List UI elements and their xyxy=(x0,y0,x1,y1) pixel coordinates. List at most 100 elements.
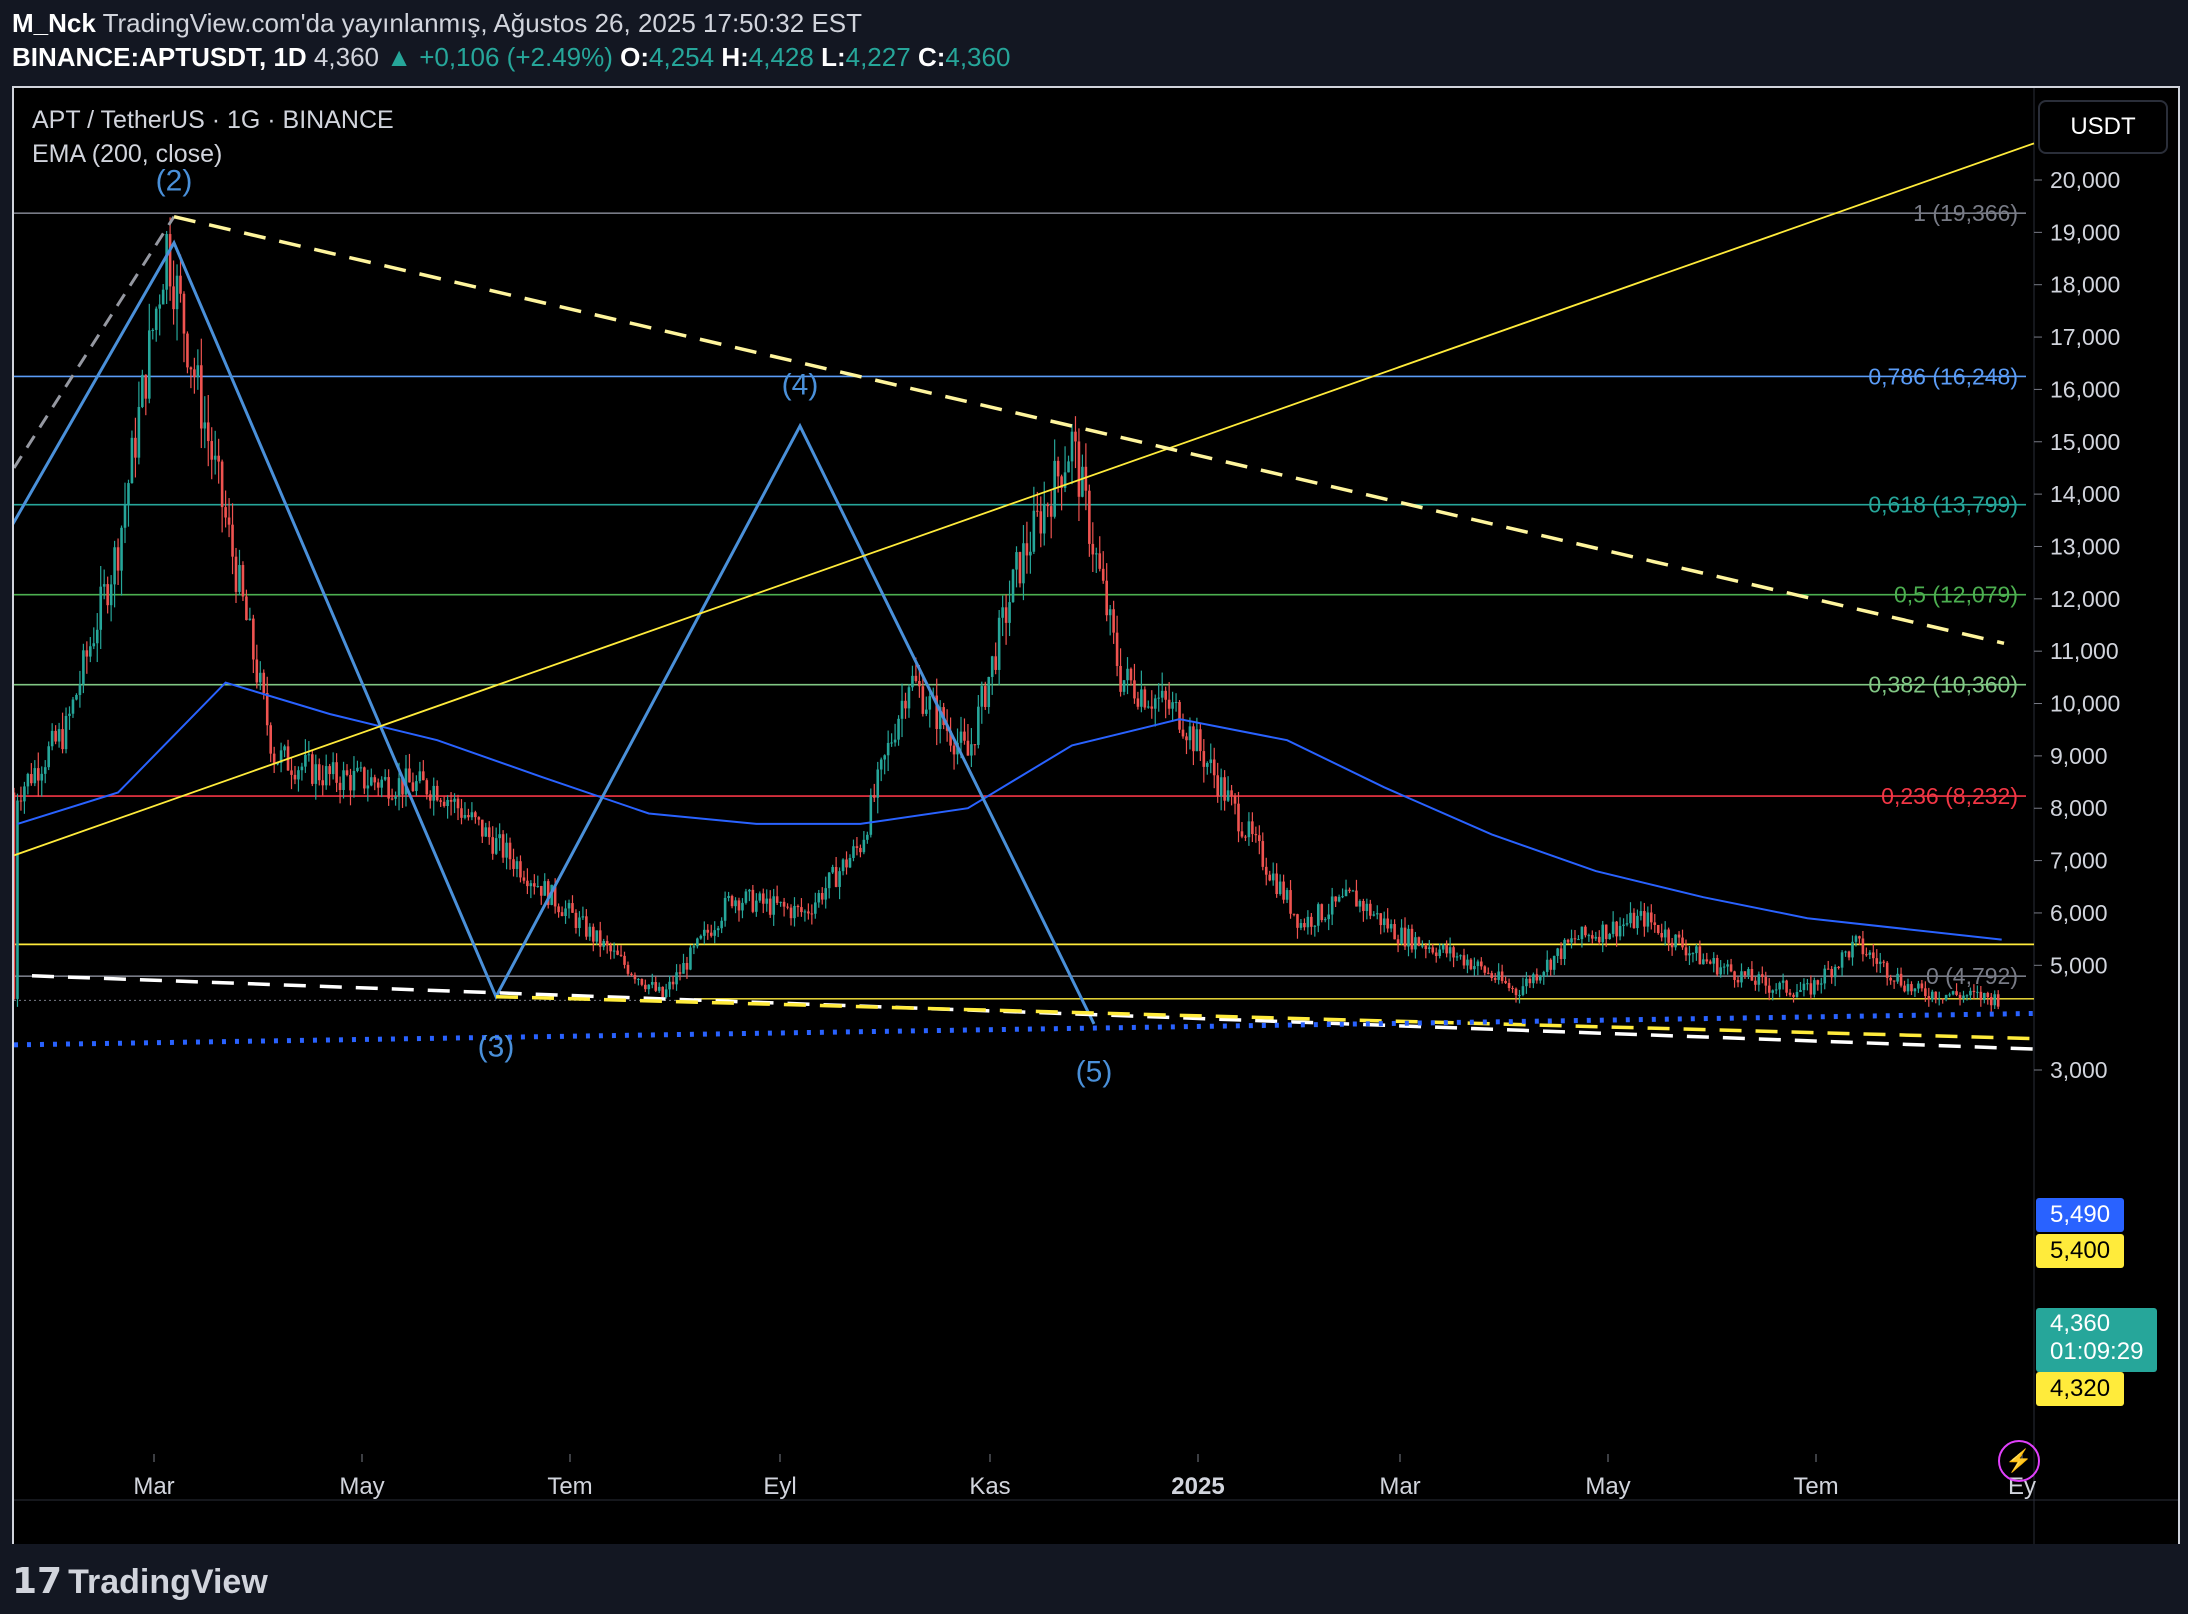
price-chart[interactable]: 1 (19,366) 0,786 (16,248) 0,618 (13,799) 0,… xyxy=(14,88,2178,1544)
candle-body xyxy=(1754,980,1757,985)
lightning-icon[interactable]: ⚡ xyxy=(1998,1440,2040,1482)
candle-body xyxy=(1681,937,1684,948)
candle-body xyxy=(678,972,682,974)
candle-body xyxy=(1983,992,1986,1000)
candle-body xyxy=(1042,504,1046,534)
candle-body xyxy=(321,780,325,786)
candle-body xyxy=(1993,994,1997,1006)
candle-body xyxy=(154,308,158,330)
candle-body xyxy=(671,981,675,985)
candle-body xyxy=(1067,461,1070,473)
chart-pane[interactable]: 1 (19,366) 0,786 (16,248) 0,618 (13,799) 0,… xyxy=(12,86,2180,1546)
candle-body xyxy=(1181,729,1185,737)
candle-body xyxy=(810,913,814,915)
candle-body xyxy=(519,861,522,878)
candle-body xyxy=(1365,903,1369,912)
candle-body xyxy=(578,917,581,929)
candle-body xyxy=(75,694,78,700)
chart-header: M_Nck TradingView.com'da yayınlanmış, Ağ… xyxy=(0,0,2188,80)
candle-body xyxy=(1542,971,1546,977)
candle-body xyxy=(1192,726,1195,752)
candle-body xyxy=(85,650,89,657)
candle-body xyxy=(498,834,501,839)
candle-body xyxy=(352,771,356,791)
candle-body xyxy=(1972,990,1976,993)
candle-body xyxy=(1941,998,1944,1000)
candle-body xyxy=(1490,973,1494,979)
candle-body xyxy=(1695,946,1698,954)
candle-body xyxy=(1049,506,1053,517)
candle-body xyxy=(1511,988,1514,990)
candle-body xyxy=(1750,969,1754,981)
candle-body xyxy=(1427,947,1431,950)
candle-body xyxy=(1226,790,1230,801)
candle-body xyxy=(1202,751,1206,767)
candle-body xyxy=(1313,925,1317,927)
candle-body xyxy=(428,794,432,801)
candle-body xyxy=(1996,994,2000,1007)
candle-body xyxy=(1847,951,1851,958)
candle-body xyxy=(1674,934,1677,948)
candle-body xyxy=(567,903,571,909)
candle-body xyxy=(557,906,560,913)
candle-body xyxy=(356,767,359,772)
close-value: 4,360 xyxy=(945,42,1011,72)
candle-body xyxy=(1861,938,1865,955)
low-label: L: xyxy=(821,42,846,72)
candle-body xyxy=(1410,928,1414,950)
time-tick-label: Tem xyxy=(1793,1473,1838,1500)
candle-body xyxy=(508,842,512,860)
candle-body xyxy=(1702,959,1705,965)
candle-body xyxy=(1483,966,1487,973)
symbol-ohlc: BINANCE:APTUSDT, 1D 4,360 ▲ +0,106 (+2.4… xyxy=(12,42,1010,73)
candle-body xyxy=(1278,881,1282,895)
candle-body xyxy=(539,886,543,896)
candle-body xyxy=(1625,923,1629,925)
candle-body xyxy=(657,986,661,991)
candle-body xyxy=(1660,933,1664,938)
candle-body xyxy=(1174,702,1178,704)
price-tick-label: 13,000 xyxy=(2050,533,2120,559)
symbol-label[interactable]: BINANCE:APTUSDT, 1D xyxy=(12,42,307,72)
price-tick-label: 9,000 xyxy=(2050,743,2108,769)
candle-body xyxy=(1448,947,1452,954)
candle-body xyxy=(1691,953,1695,955)
candle-body xyxy=(1913,988,1917,992)
candle-body xyxy=(1362,900,1365,912)
candle-body xyxy=(1705,959,1709,962)
descending-resistance-dashed xyxy=(173,214,2005,646)
candle-body xyxy=(952,745,956,755)
candle-body xyxy=(1577,939,1580,941)
candle-body xyxy=(1538,976,1542,981)
legend-symbol[interactable]: APT / TetherUS · 1G · BINANCE xyxy=(32,106,394,135)
candle-body xyxy=(1157,697,1161,699)
candle-body xyxy=(95,629,99,644)
candle-body xyxy=(973,744,977,746)
candle-body xyxy=(1889,977,1892,981)
author-name[interactable]: M_Nck xyxy=(12,8,96,38)
candle-body xyxy=(1112,609,1115,633)
candle-body xyxy=(1792,994,1795,997)
candle-body xyxy=(1178,702,1181,730)
candle-body xyxy=(1601,924,1605,943)
candle-body xyxy=(432,785,436,801)
legend-indicator[interactable]: EMA (200, close) xyxy=(32,140,222,169)
tradingview-logo[interactable]: 𝟭𝟳 TradingView xyxy=(12,1560,268,1602)
time-tick-label: 2025 xyxy=(1171,1473,1224,1500)
candle-body xyxy=(1431,947,1435,953)
open-value: 4,254 xyxy=(649,42,715,72)
candle-body xyxy=(1930,991,1934,1000)
candle-body xyxy=(196,365,200,378)
currency-button[interactable]: USDT xyxy=(2038,100,2168,154)
candle-body xyxy=(1285,890,1289,900)
candle-body xyxy=(852,846,855,858)
candle-body xyxy=(751,889,755,912)
candle-body xyxy=(248,618,252,621)
candle-body xyxy=(1872,952,1875,959)
candle-body xyxy=(838,871,841,887)
candle-body xyxy=(1715,958,1719,975)
candle-body xyxy=(172,286,175,310)
candle-body xyxy=(789,907,793,919)
candle-body xyxy=(1708,961,1712,964)
candle-body xyxy=(1566,939,1570,943)
